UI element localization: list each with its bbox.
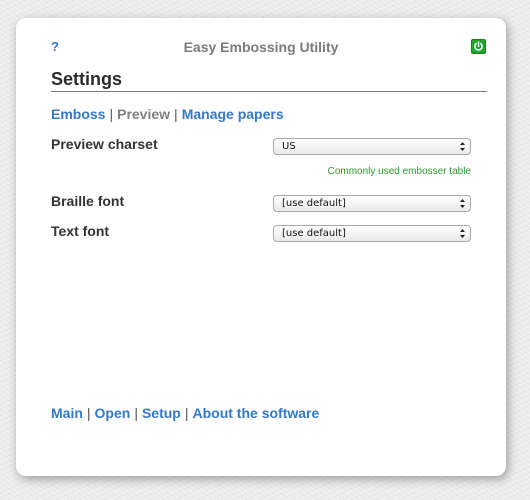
preview-charset-hint: Commonly used embosser table [327, 166, 471, 177]
main-panel: ? Easy Embossing Utility Settings Emboss… [16, 18, 506, 476]
nav-separator: | [134, 405, 138, 421]
text-font-label: Text font [51, 223, 110, 239]
braille-font-label: Braille font [51, 193, 125, 209]
tab-preview[interactable]: Preview [117, 106, 170, 122]
nav-main[interactable]: Main [51, 405, 83, 421]
braille-font-select[interactable]: [use default] [273, 195, 471, 212]
text-font-value: [use default] [282, 228, 346, 239]
power-icon [474, 41, 483, 51]
tab-manage-papers[interactable]: Manage papers [182, 106, 284, 122]
nav-about[interactable]: About the software [192, 405, 319, 421]
nav-open[interactable]: Open [95, 405, 131, 421]
nav-setup[interactable]: Setup [142, 405, 181, 421]
nav-separator: | [86, 405, 91, 421]
text-font-select[interactable]: [use default] [273, 225, 471, 242]
preview-charset-select[interactable]: US [273, 138, 471, 155]
tab-separator: | [174, 106, 178, 122]
select-arrows-icon [460, 229, 465, 238]
tab-separator: | [109, 106, 114, 122]
app-title: Easy Embossing Utility [183, 39, 339, 55]
preview-charset-value: US [282, 141, 296, 152]
select-arrows-icon [460, 142, 465, 151]
page-title: Settings [51, 69, 123, 89]
bottom-nav: Main | Open | Setup | About the software [51, 405, 319, 421]
select-arrows-icon [460, 199, 465, 208]
preview-charset-label: Preview charset [51, 136, 158, 152]
title-divider [51, 91, 487, 92]
braille-font-value: [use default] [282, 198, 346, 209]
tab-bar: Emboss | Preview | Manage papers [51, 106, 284, 122]
tab-emboss[interactable]: Emboss [51, 106, 105, 122]
nav-separator: | [184, 405, 189, 421]
power-button[interactable] [471, 39, 486, 54]
